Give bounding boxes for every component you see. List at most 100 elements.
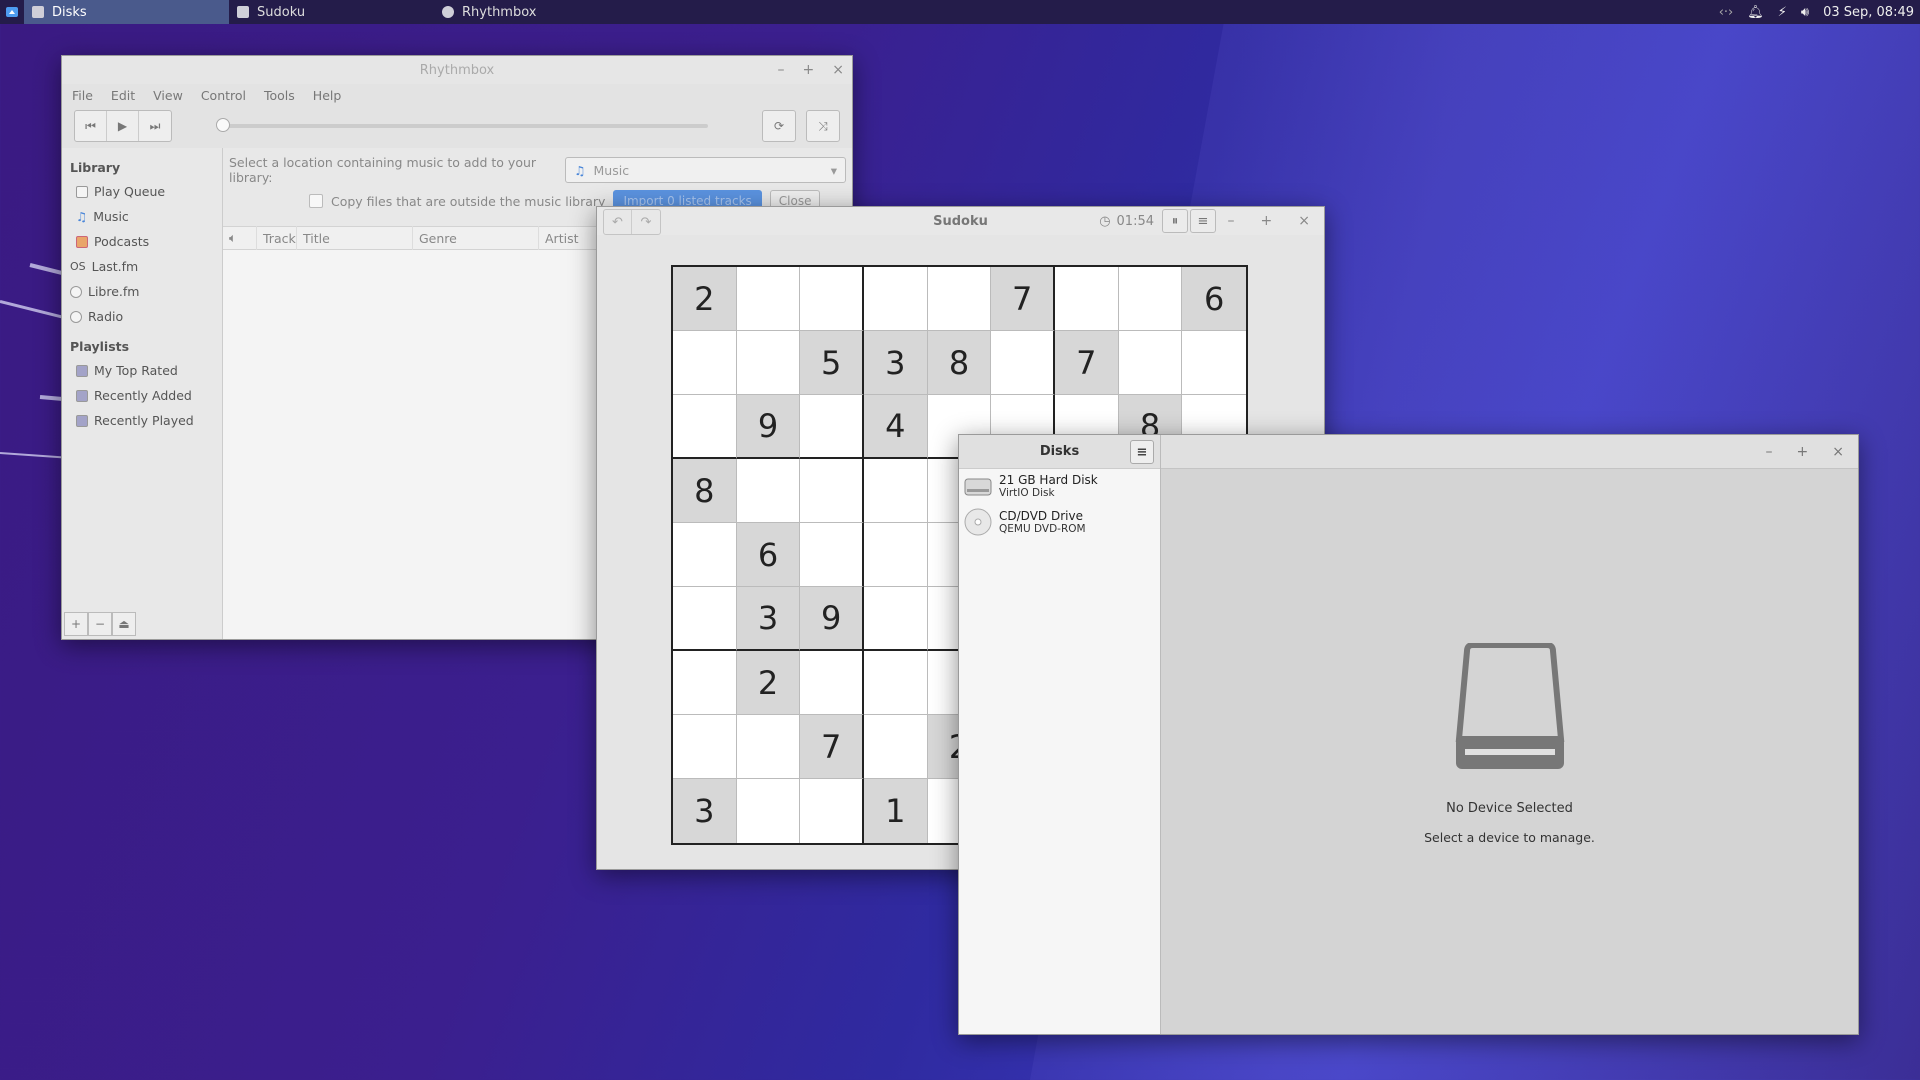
sudoku-cell[interactable]: 7 — [1055, 331, 1119, 395]
close-button[interactable]: × — [832, 62, 844, 78]
sudoku-cell[interactable]: 6 — [736, 523, 801, 587]
sudoku-cell[interactable]: 1 — [864, 779, 928, 843]
location-combobox[interactable]: ♫ Music ▾ — [565, 157, 846, 183]
sudoku-cell[interactable] — [1118, 331, 1183, 395]
sudoku-cell[interactable] — [864, 459, 928, 523]
disks-sidebar-header[interactable]: Disks ≡ — [959, 435, 1160, 469]
taskbar-item-rhythmbox[interactable]: Rhythmbox — [434, 0, 639, 24]
notification-bell-icon[interactable]: 🔔︎ — [1747, 5, 1764, 20]
sudoku-cell[interactable] — [864, 267, 928, 331]
sidebar-item-radio[interactable]: Radio — [62, 304, 222, 329]
menu-view[interactable]: View — [153, 88, 183, 103]
maximize-button[interactable]: + — [1261, 213, 1273, 229]
close-button[interactable]: × — [1298, 213, 1310, 229]
maximize-button[interactable]: + — [803, 62, 815, 78]
whisker-menu-button[interactable] — [0, 0, 24, 24]
sudoku-cell[interactable]: 2 — [736, 651, 801, 715]
power-icon[interactable]: ⚡︎ — [1778, 5, 1787, 20]
disks-headerbar[interactable]: – + × — [1161, 435, 1858, 469]
clock[interactable]: 03 Sep, 08:49 — [1823, 5, 1914, 20]
sudoku-cell[interactable] — [800, 267, 864, 331]
eject-button[interactable]: ⏏︎ — [112, 612, 136, 636]
play-button[interactable]: ▶︎ — [107, 111, 139, 141]
sudoku-cell[interactable] — [1182, 331, 1246, 395]
sudoku-cell[interactable] — [864, 587, 928, 651]
maximize-button[interactable]: + — [1797, 444, 1809, 460]
sudoku-cell[interactable] — [800, 651, 864, 715]
minimize-button[interactable]: – — [778, 62, 785, 78]
sudoku-cell[interactable] — [736, 267, 801, 331]
menu-edit[interactable]: Edit — [111, 88, 135, 103]
network-icon[interactable]: ‹·› — [1719, 5, 1734, 20]
sidebar-item-my-top-rated[interactable]: My Top Rated — [62, 358, 222, 383]
seek-handle[interactable] — [216, 118, 230, 132]
sudoku-cell[interactable]: 7 — [800, 715, 864, 779]
sudoku-cell[interactable] — [800, 395, 864, 459]
sidebar-item-play-queue[interactable]: Play Queue — [62, 179, 222, 204]
close-button[interactable]: × — [1832, 444, 1844, 460]
menu-control[interactable]: Control — [201, 88, 246, 103]
sudoku-cell[interactable]: 9 — [800, 587, 864, 651]
sidebar-item-recently-added[interactable]: Recently Added — [62, 383, 222, 408]
playing-column-icon[interactable]: 🔈︎ — [223, 226, 257, 250]
column-track[interactable]: Track — [257, 226, 297, 250]
previous-button[interactable]: ⏮︎ — [75, 111, 107, 141]
sudoku-cell[interactable] — [673, 331, 737, 395]
sudoku-cell[interactable]: 4 — [864, 395, 928, 459]
volume-icon[interactable]: 🔊︎ — [1801, 5, 1809, 20]
sudoku-cell[interactable] — [864, 523, 928, 587]
hamburger-menu-button[interactable]: ≡ — [1190, 209, 1216, 233]
sudoku-cell[interactable] — [673, 395, 737, 459]
sudoku-cell[interactable] — [927, 267, 992, 331]
sudoku-cell[interactable] — [864, 651, 928, 715]
undo-button[interactable]: ↶ — [604, 210, 632, 234]
hamburger-menu-button[interactable]: ≡ — [1130, 440, 1154, 464]
sidebar-item-librefm[interactable]: Libre.fm — [62, 279, 222, 304]
sudoku-cell[interactable]: 7 — [991, 267, 1055, 331]
sudoku-cell[interactable]: 6 — [1182, 267, 1246, 331]
sudoku-cell[interactable] — [800, 779, 864, 843]
seek-slider[interactable] — [216, 118, 708, 132]
remove-playlist-button[interactable]: − — [88, 612, 112, 636]
column-genre[interactable]: Genre — [413, 226, 539, 250]
column-title[interactable]: Title — [297, 226, 413, 250]
sudoku-cell[interactable]: 3 — [864, 331, 928, 395]
redo-button[interactable]: ↷ — [632, 210, 660, 234]
sudoku-cell[interactable]: 3 — [673, 779, 737, 843]
device-item-cd-dvd[interactable]: CD/DVD Drive QEMU DVD-ROM — [959, 503, 1160, 541]
sudoku-cell[interactable] — [736, 715, 801, 779]
sudoku-cell[interactable] — [864, 715, 928, 779]
sidebar-item-lastfm[interactable]: OS Last.fm — [62, 254, 222, 279]
menu-file[interactable]: File — [72, 88, 93, 103]
sudoku-cell[interactable] — [1055, 267, 1119, 331]
menu-help[interactable]: Help — [313, 88, 342, 103]
sudoku-titlebar[interactable]: ↶ ↷ Sudoku ◷ 01:54 ⏸︎ ≡ – + × — [597, 207, 1324, 235]
sudoku-cell[interactable] — [736, 331, 801, 395]
sudoku-cell[interactable]: 9 — [736, 395, 801, 459]
sidebar-item-recently-played[interactable]: Recently Played — [62, 408, 222, 433]
sudoku-cell[interactable]: 8 — [673, 459, 737, 523]
sudoku-cell[interactable] — [673, 651, 737, 715]
taskbar-item-sudoku[interactable]: Sudoku — [229, 0, 434, 24]
next-button[interactable]: ⏭︎ — [139, 111, 171, 141]
rhythmbox-titlebar[interactable]: Rhythmbox – + × — [62, 56, 852, 84]
minimize-button[interactable]: – — [1228, 213, 1235, 229]
sudoku-cell[interactable] — [673, 715, 737, 779]
sudoku-cell[interactable] — [991, 331, 1055, 395]
taskbar-item-disks[interactable]: Disks — [24, 0, 229, 24]
sudoku-cell[interactable]: 5 — [800, 331, 864, 395]
repeat-toggle[interactable]: ⟳ — [762, 110, 796, 142]
sudoku-cell[interactable] — [736, 779, 801, 843]
sudoku-cell[interactable] — [673, 587, 737, 651]
sudoku-cell[interactable] — [800, 523, 864, 587]
menu-tools[interactable]: Tools — [264, 88, 295, 103]
sudoku-cell[interactable]: 8 — [927, 331, 992, 395]
sudoku-cell[interactable]: 3 — [736, 587, 801, 651]
sudoku-cell[interactable]: 2 — [673, 267, 737, 331]
pause-button[interactable]: ⏸︎ — [1162, 209, 1188, 233]
shuffle-toggle[interactable]: ⤨ — [806, 110, 840, 142]
add-playlist-button[interactable]: + — [64, 612, 88, 636]
minimize-button[interactable]: – — [1766, 444, 1773, 460]
device-item-hard-disk[interactable]: 21 GB Hard Disk VirtIO Disk — [959, 469, 1160, 503]
sidebar-item-podcasts[interactable]: Podcasts — [62, 229, 222, 254]
